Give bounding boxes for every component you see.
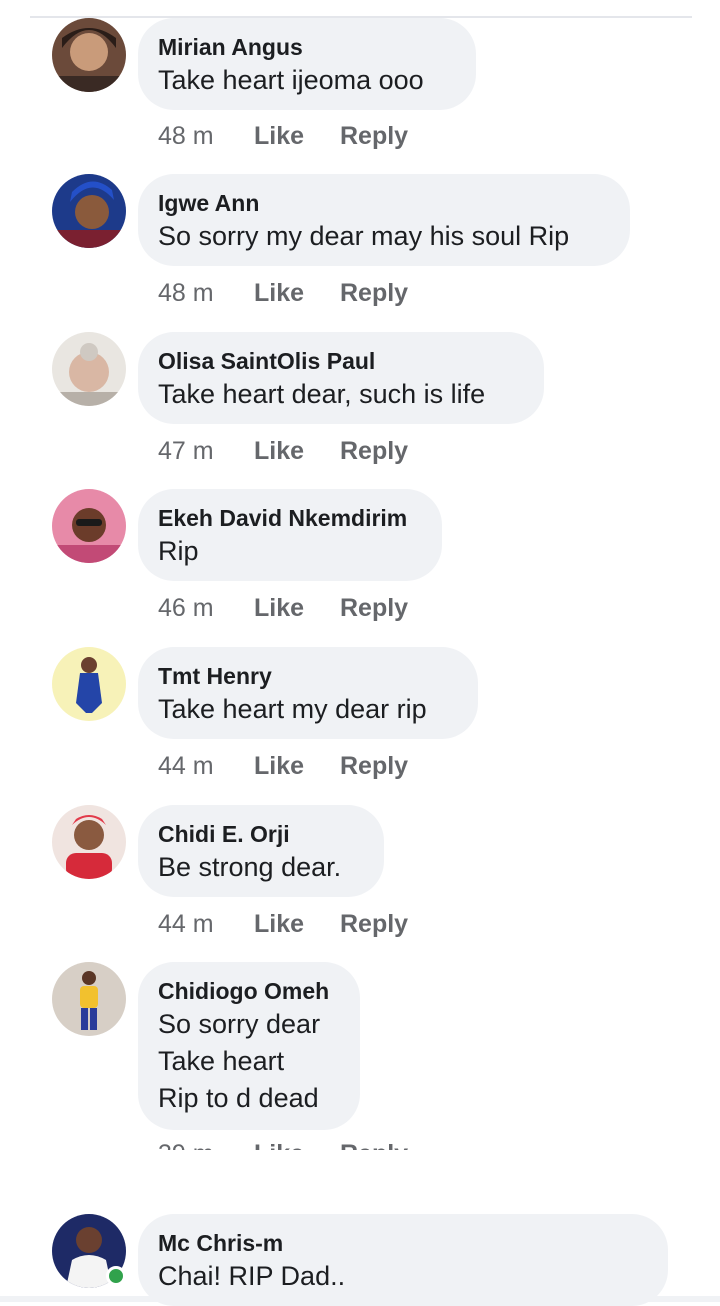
comment-actions: 44 m Like Reply	[158, 910, 408, 939]
like-button[interactable]: Like	[254, 594, 340, 623]
comment-text: Rip	[158, 536, 199, 566]
reply-button[interactable]: Reply	[340, 437, 408, 466]
like-button[interactable]: Like	[254, 752, 340, 781]
comment-actions: 46 m Like Reply	[158, 594, 408, 623]
comment-author[interactable]: Olisa SaintOlis Paul	[158, 346, 522, 376]
avatar-photo-icon	[52, 805, 126, 879]
reply-button[interactable]: Reply	[340, 752, 408, 781]
comment-author[interactable]: Mirian Angus	[158, 32, 454, 62]
comment-text-line: So sorry dear	[158, 1009, 321, 1039]
avatar-photo-icon	[52, 647, 126, 721]
like-button[interactable]: Like	[254, 437, 340, 466]
comment-text: Chai! RIP Dad..	[158, 1261, 346, 1291]
comment-time: 46 m	[158, 594, 214, 622]
comment-bubble: Mirian Angus Take heart ijeoma ooo	[138, 18, 476, 110]
avatar[interactable]	[52, 647, 126, 721]
reply-button[interactable]: Reply	[340, 122, 408, 151]
comment-author[interactable]: Igwe Ann	[158, 188, 608, 218]
comment-time: 48 m	[158, 279, 214, 307]
reply-button[interactable]: Reply	[340, 279, 408, 308]
reply-button[interactable]: Reply	[340, 1140, 408, 1150]
avatar[interactable]	[52, 174, 126, 248]
comment-time: 44 m	[158, 752, 214, 780]
comment-time: 47 m	[158, 437, 214, 465]
comment-bubble: Chidi E. Orji Be strong dear.	[138, 805, 384, 897]
comment-author[interactable]: Chidiogo Omeh	[158, 976, 338, 1006]
comment-bubble: Tmt Henry Take heart my dear rip	[138, 647, 478, 739]
comment-text-line: Take heart	[158, 1046, 285, 1076]
comment-text: So sorry my dear may his soul Rip	[158, 221, 570, 251]
reply-button[interactable]: Reply	[340, 594, 408, 623]
comment-bubble: Mc Chris-m Chai! RIP Dad..	[138, 1214, 668, 1306]
avatar[interactable]	[52, 18, 126, 92]
comment-author[interactable]: Mc Chris-m	[158, 1228, 646, 1258]
like-button[interactable]: Like	[254, 910, 340, 939]
comment-text-line: Rip to d dead	[158, 1083, 319, 1113]
like-button[interactable]: Like	[254, 122, 340, 151]
avatar[interactable]	[52, 962, 126, 1036]
bottom-divider	[0, 1296, 720, 1302]
avatar-photo-icon	[52, 489, 126, 563]
like-button[interactable]: Like	[254, 1140, 340, 1150]
comment-text: Take heart dear, such is life	[158, 379, 486, 409]
avatar-photo-icon	[52, 962, 126, 1036]
comment-bubble: Igwe Ann So sorry my dear may his soul R…	[138, 174, 630, 266]
comment-bubble: Olisa SaintOlis Paul Take heart dear, su…	[138, 332, 544, 424]
avatar-photo-icon	[52, 174, 126, 248]
comment-author[interactable]: Ekeh David Nkemdirim	[158, 503, 420, 533]
comment-text: Take heart ijeoma ooo	[158, 65, 424, 95]
comment-time: 48 m	[158, 122, 214, 150]
comment-actions: 48 m Like Reply	[158, 279, 408, 308]
comment-actions-clipped: 39 mLikeReply	[158, 1140, 408, 1150]
comment-bubble: Chidiogo Omeh So sorry dear Take heart R…	[138, 962, 360, 1130]
avatar[interactable]	[52, 805, 126, 879]
reply-button[interactable]: Reply	[340, 910, 408, 939]
comment-author[interactable]: Chidi E. Orji	[158, 819, 362, 849]
comment-actions: 44 m Like Reply	[158, 752, 408, 781]
comment-actions: 48 m Like Reply	[158, 122, 408, 151]
avatar[interactable]	[52, 489, 126, 563]
avatar-photo-icon	[52, 332, 126, 406]
comment-author[interactable]: Tmt Henry	[158, 661, 456, 691]
avatar-photo-icon	[52, 18, 126, 92]
comment-text: Take heart my dear rip	[158, 694, 427, 724]
comment-text: Be strong dear.	[158, 852, 342, 882]
comment-bubble: Ekeh David Nkemdirim Rip	[138, 489, 442, 581]
avatar[interactable]	[52, 332, 126, 406]
comment-time: 44 m	[158, 910, 214, 938]
online-status-icon	[106, 1266, 126, 1286]
comment-time: 39 m	[158, 1140, 254, 1150]
comment-actions: 47 m Like Reply	[158, 437, 408, 466]
like-button[interactable]: Like	[254, 279, 340, 308]
